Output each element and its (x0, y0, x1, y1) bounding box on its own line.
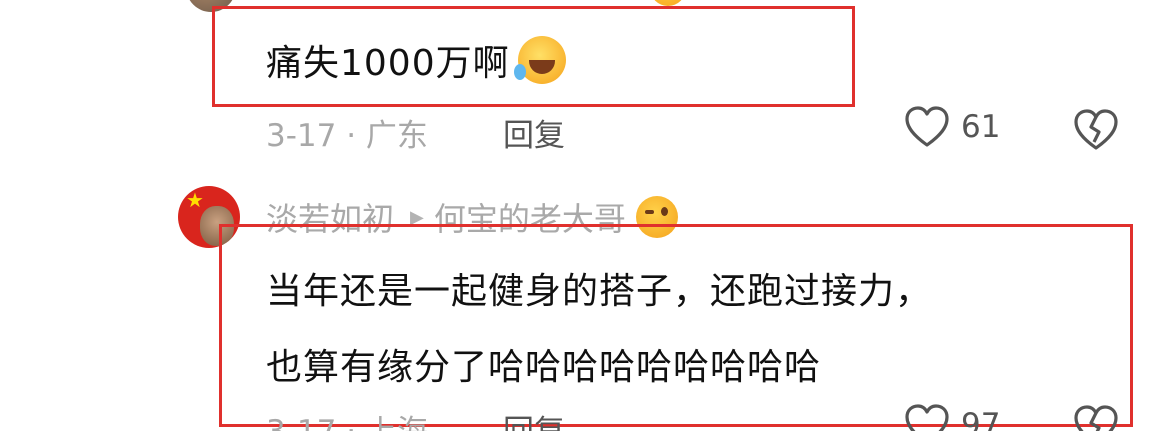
broken-heart-icon (1074, 109, 1118, 150)
highlight-box (212, 6, 855, 107)
reply-button[interactable]: 回复 (503, 110, 565, 155)
comment-date-location: 3-17 · 上海 (266, 406, 428, 431)
comment-thread: 痛失1000万啊 3-17 · 广东 回复 61 ★ 淡若如初 ▶ 何宝的老大哥… (0, 0, 1170, 431)
star-icon: ★ (186, 188, 204, 212)
dislike-button[interactable] (1072, 404, 1120, 431)
like-button[interactable]: 61 (903, 105, 1000, 149)
like-button[interactable]: 97 (903, 403, 1000, 431)
heart-icon (905, 404, 949, 431)
heart-icon (905, 106, 949, 147)
like-count: 97 (961, 407, 1001, 431)
highlight-box (219, 224, 1133, 427)
comment-date-location: 3-17 · 广东 (266, 118, 428, 154)
dislike-button[interactable] (1072, 108, 1120, 156)
reply-button[interactable]: 回复 (503, 406, 565, 431)
broken-heart-icon (1074, 405, 1118, 431)
like-count: 61 (961, 109, 1001, 145)
